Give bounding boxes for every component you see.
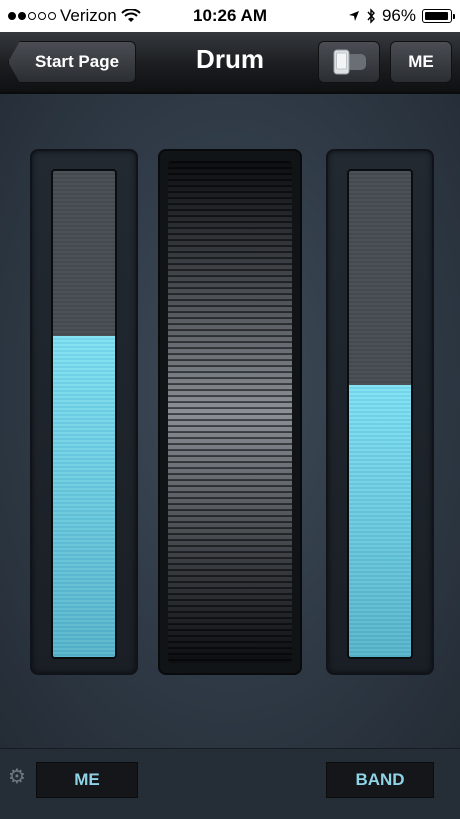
battery-percent: 96% <box>381 6 416 25</box>
location-arrow-icon <box>348 11 359 21</box>
status-bar: Verizon 10:26 AM 96% <box>0 0 460 32</box>
right-slider-fill <box>349 384 411 657</box>
status-right: 96% <box>348 6 455 26</box>
me-nav-button[interactable]: ME <box>390 41 452 83</box>
battery-icon <box>422 9 455 23</box>
me-tab-button[interactable]: ME <box>36 762 138 798</box>
left-slider-track[interactable] <box>51 169 117 659</box>
nav-bar: Start Page Drum ME <box>0 32 460 94</box>
device-switch-button[interactable] <box>318 41 380 83</box>
gear-icon[interactable]: ⚙ <box>8 767 28 787</box>
right-slider-track[interactable] <box>347 169 413 659</box>
jog-wheel-well <box>158 149 302 675</box>
left-volume-slider[interactable] <box>30 149 138 675</box>
drum-control-area <box>0 94 460 748</box>
phone-devices-icon <box>333 49 366 75</box>
left-slider-empty <box>53 171 115 337</box>
right-slider-empty <box>349 171 411 385</box>
band-tab-button[interactable]: BAND <box>326 762 434 798</box>
bottom-bar: ⚙ ME BAND <box>0 748 460 819</box>
jog-wheel[interactable] <box>168 161 292 663</box>
right-volume-slider[interactable] <box>326 149 434 675</box>
bluetooth-icon <box>367 8 375 24</box>
left-slider-fill <box>53 336 115 657</box>
